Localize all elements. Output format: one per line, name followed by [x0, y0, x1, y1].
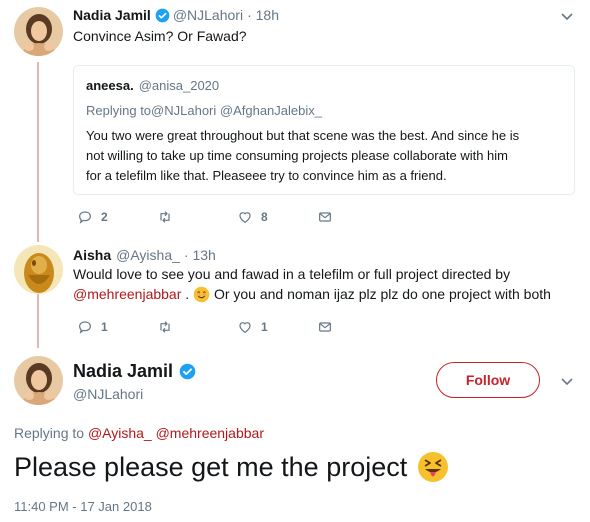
message-icon	[319, 212, 331, 222]
like-button[interactable]: 1	[237, 319, 317, 335]
like-count: 8	[261, 210, 268, 224]
chevron-down-icon[interactable]	[560, 377, 574, 387]
tweet2-actions: 1 1	[77, 319, 333, 335]
tweet1-author-handle[interactable]: @NJLahori	[173, 7, 243, 23]
tweet2-author-name[interactable]: Aisha	[73, 247, 111, 263]
like-icon	[239, 212, 251, 224]
tweet2-text-fragment: Or you and noman ijaz plz plz do one pro…	[210, 285, 551, 302]
quote-replying-mentions: @NJLahori @AfghanJalebix_	[151, 103, 322, 118]
retweet-icon	[160, 321, 170, 333]
reply-count: 1	[101, 320, 108, 334]
chevron-down-icon[interactable]	[560, 12, 574, 22]
verified-badge-icon	[179, 363, 196, 380]
quote-text-line: You two were great throughout but that s…	[86, 128, 520, 143]
verified-badge-icon	[155, 8, 170, 22]
thread-line-2	[37, 290, 39, 348]
main-replying-mentions[interactable]: @Ayisha_ @mehreenjabbar	[88, 425, 264, 441]
smiling-face-emoji	[193, 286, 210, 303]
squinting-tongue-emoji	[418, 452, 449, 482]
tweet1-author-name[interactable]: Nadia Jamil	[73, 7, 151, 23]
quote-header: aneesa. @anisa_2020	[86, 78, 219, 93]
tweet2-text-fragment: .	[181, 285, 194, 302]
retweet-icon	[160, 211, 170, 223]
reply-button[interactable]: 1	[77, 319, 157, 335]
like-count: 1	[261, 320, 268, 334]
quote-text: You two were great throughout but that s…	[86, 126, 519, 186]
tweet1-time[interactable]: · 18h	[247, 7, 279, 23]
message-icon	[319, 322, 331, 332]
follow-button[interactable]: Follow	[436, 362, 540, 398]
tweet2-time[interactable]: · 13h	[184, 247, 216, 263]
avatar-aisha[interactable]	[14, 245, 63, 294]
tweet1-actions: 2 8	[77, 209, 333, 225]
retweet-button[interactable]	[157, 319, 237, 335]
quote-replying-to: Replying to @NJLahori @AfghanJalebix_	[86, 103, 322, 118]
like-button[interactable]: 8	[237, 209, 317, 225]
message-button[interactable]	[317, 209, 333, 225]
main-tweet-text: Please please get me the project	[14, 451, 449, 483]
quote-text-line: not willing to take up time consuming pr…	[86, 148, 508, 163]
reply-count: 2	[101, 210, 108, 224]
retweet-button[interactable]	[157, 209, 237, 225]
quote-replying-prefix: Replying to	[86, 103, 152, 118]
like-icon	[239, 322, 251, 334]
main-tweet-text-content: Please please get me the project	[14, 451, 408, 482]
thread-line-1	[37, 62, 39, 242]
reply-button[interactable]: 2	[77, 209, 157, 225]
main-tweet-timestamp[interactable]: 11:40 PM - 17 Jan 2018	[14, 499, 152, 514]
reply-icon	[79, 321, 91, 334]
main-author-handle[interactable]: @NJLahori	[73, 386, 143, 402]
message-button[interactable]	[317, 319, 333, 335]
quote-author-handle: @anisa_2020	[138, 78, 220, 93]
mention-link[interactable]: @mehreenjabbar	[73, 285, 181, 305]
tweet2-author-handle[interactable]: @Ayisha_	[116, 247, 180, 263]
tweet2-text-line: Would love to see you and fawad in a tel…	[73, 266, 511, 282]
avatar-nadia-jamil[interactable]	[14, 7, 63, 56]
quoted-tweet[interactable]: aneesa. @anisa_2020 Replying to @NJLahor…	[73, 65, 575, 195]
main-replying-prefix: Replying to	[14, 425, 88, 441]
tweet1-text: Convince Asim? Or Fawad?	[73, 28, 247, 44]
tweet2-header: Aisha @Ayisha_ · 13h	[73, 247, 216, 263]
reply-icon	[79, 211, 91, 224]
main-author-name-row: Nadia Jamil	[73, 361, 199, 382]
main-replying-to: Replying to @Ayisha_ @mehreenjabbar	[14, 425, 264, 441]
tweet1-header: Nadia Jamil @NJLahori · 18h	[73, 7, 279, 23]
tweet2-text: Would love to see you and fawad in a tel…	[73, 265, 551, 304]
quote-author-name: aneesa.	[86, 78, 134, 93]
avatar-nadia-jamil-main[interactable]	[14, 356, 63, 405]
main-author-name[interactable]: Nadia Jamil	[73, 361, 173, 382]
tweet2-text-line: @mehreenjabbar . Or you and noman ijaz p…	[73, 285, 551, 305]
quote-text-line: for a telefilm like that. Pleaseee try t…	[86, 168, 447, 183]
